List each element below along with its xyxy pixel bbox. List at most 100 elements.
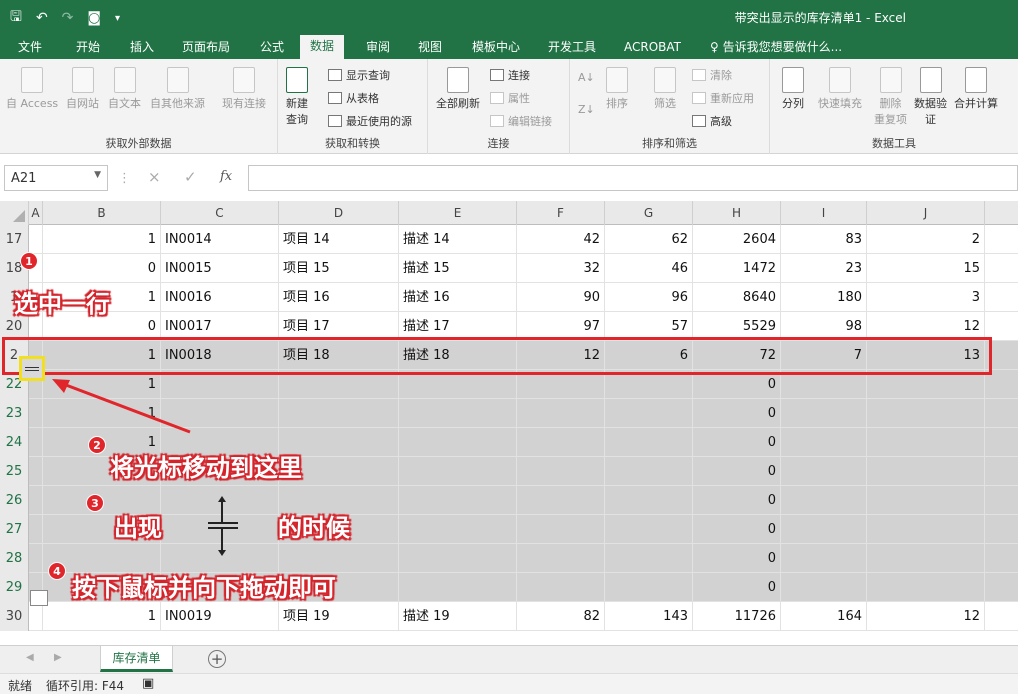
cell[interactable]: 项目 15 [279, 254, 399, 283]
row-header[interactable]: 23 [0, 399, 29, 428]
cell[interactable] [161, 515, 279, 544]
tab-template-center[interactable]: 模板中心 [470, 37, 522, 59]
column-header-c[interactable]: C [161, 201, 279, 225]
cell[interactable]: 97 [517, 312, 605, 341]
table-row[interactable]: 23 1 0 [0, 399, 1018, 428]
cell[interactable] [517, 370, 605, 399]
refresh-all-button[interactable]: 全部刷新 [436, 67, 480, 111]
macro-record-icon[interactable]: ▣ [142, 676, 154, 691]
cell[interactable] [781, 399, 867, 428]
cell[interactable] [517, 573, 605, 602]
cell[interactable]: 12 [867, 602, 985, 631]
cell[interactable]: 0 [693, 573, 781, 602]
insert-function-icon[interactable]: fx [220, 169, 232, 184]
tab-data[interactable]: 数据 [300, 35, 345, 59]
cell[interactable]: 2604 [693, 225, 781, 254]
cell[interactable]: 62 [605, 225, 693, 254]
cell[interactable] [605, 428, 693, 457]
cell[interactable]: 72 [693, 341, 781, 370]
flash-fill-button[interactable]: 快速填充 [818, 67, 862, 111]
cell[interactable] [29, 515, 43, 544]
cell[interactable]: IN0014 [161, 225, 279, 254]
chevron-down-icon[interactable]: ▼ [94, 170, 101, 180]
cell[interactable] [29, 544, 43, 573]
cell[interactable]: 5529 [693, 312, 781, 341]
column-header-g[interactable]: G [605, 201, 693, 225]
cell[interactable]: 143 [605, 602, 693, 631]
column-header-i[interactable]: I [781, 201, 867, 225]
table-row[interactable]: 20 0 IN0017 项目 17 描述 17 97 57 5529 98 12 [0, 312, 1018, 341]
cell[interactable]: 描述 14 [399, 225, 517, 254]
undo-icon[interactable]: ↶ [36, 10, 48, 26]
tell-me-box[interactable]: ♀ 告诉我您想要做什么... [708, 37, 844, 59]
cell[interactable] [399, 486, 517, 515]
cell[interactable]: 180 [781, 283, 867, 312]
from-table-button[interactable]: 从表格 [328, 90, 379, 106]
cell[interactable]: 11726 [693, 602, 781, 631]
cell[interactable]: 57 [605, 312, 693, 341]
cell[interactable] [605, 486, 693, 515]
cell[interactable]: 0 [693, 515, 781, 544]
cell[interactable] [605, 370, 693, 399]
cell[interactable]: 12 [517, 341, 605, 370]
cell[interactable] [399, 457, 517, 486]
column-header-e[interactable]: E [399, 201, 517, 225]
column-header-h[interactable]: H [693, 201, 781, 225]
cell[interactable]: 8640 [693, 283, 781, 312]
cell[interactable]: IN0017 [161, 312, 279, 341]
enter-icon[interactable]: ✓ [184, 168, 197, 186]
cell[interactable]: 13 [867, 341, 985, 370]
cell[interactable]: 项目 18 [279, 341, 399, 370]
column-header-a[interactable]: A [29, 201, 43, 225]
cell[interactable] [605, 515, 693, 544]
row-header[interactable]: 24 [0, 428, 29, 457]
cell[interactable]: 项目 19 [279, 602, 399, 631]
cell[interactable] [781, 515, 867, 544]
cell[interactable] [29, 399, 43, 428]
sort-asc-button[interactable]: A↓ [578, 71, 595, 84]
cell[interactable]: 描述 18 [399, 341, 517, 370]
consolidate-button[interactable]: 合并计算 [954, 67, 998, 111]
cell[interactable] [29, 602, 43, 631]
cell[interactable]: 98 [781, 312, 867, 341]
cell[interactable] [867, 428, 985, 457]
column-header-d[interactable]: D [279, 201, 399, 225]
connections-button[interactable]: 连接 [490, 67, 530, 83]
cell[interactable] [279, 399, 399, 428]
cell[interactable]: 项目 14 [279, 225, 399, 254]
row-header[interactable]: 30 [0, 602, 29, 631]
cell[interactable]: IN0018 [161, 341, 279, 370]
cell[interactable]: 12 [867, 312, 985, 341]
tab-home[interactable]: 开始 [74, 37, 102, 59]
data-validation-button[interactable]: 数据验证 [914, 67, 947, 127]
cell[interactable]: IN0015 [161, 254, 279, 283]
cell[interactable] [161, 399, 279, 428]
cell[interactable] [867, 515, 985, 544]
cell[interactable] [867, 399, 985, 428]
cell[interactable]: 0 [693, 486, 781, 515]
properties-button[interactable]: 属性 [490, 90, 530, 106]
cell[interactable]: 1 [43, 341, 161, 370]
filter-button[interactable]: 筛选 [654, 67, 676, 111]
table-row[interactable]: 17 1 IN0014 项目 14 描述 14 42 62 2604 83 2 [0, 225, 1018, 254]
cell[interactable] [399, 370, 517, 399]
tab-view[interactable]: 视图 [416, 37, 444, 59]
cell[interactable]: 1 [43, 370, 161, 399]
cell[interactable]: 32 [517, 254, 605, 283]
row-header[interactable]: 28 [0, 544, 29, 573]
row-header[interactable]: 25 [0, 457, 29, 486]
cell[interactable]: 描述 15 [399, 254, 517, 283]
cell[interactable]: 15 [867, 254, 985, 283]
cell[interactable]: 0 [693, 457, 781, 486]
sort-button[interactable]: 排序 [606, 67, 628, 111]
cell[interactable] [399, 399, 517, 428]
cell[interactable]: IN0019 [161, 602, 279, 631]
from-text-button[interactable]: 自文本 [108, 67, 141, 111]
from-other-button[interactable]: 自其他来源 [150, 67, 205, 111]
redo-icon[interactable]: ↷ [62, 10, 74, 26]
cell[interactable] [517, 515, 605, 544]
name-box[interactable]: A21 ▼ [4, 165, 108, 191]
camera-icon[interactable]: ◙ [87, 10, 101, 26]
cell[interactable]: 1 [43, 399, 161, 428]
cell[interactable] [29, 486, 43, 515]
